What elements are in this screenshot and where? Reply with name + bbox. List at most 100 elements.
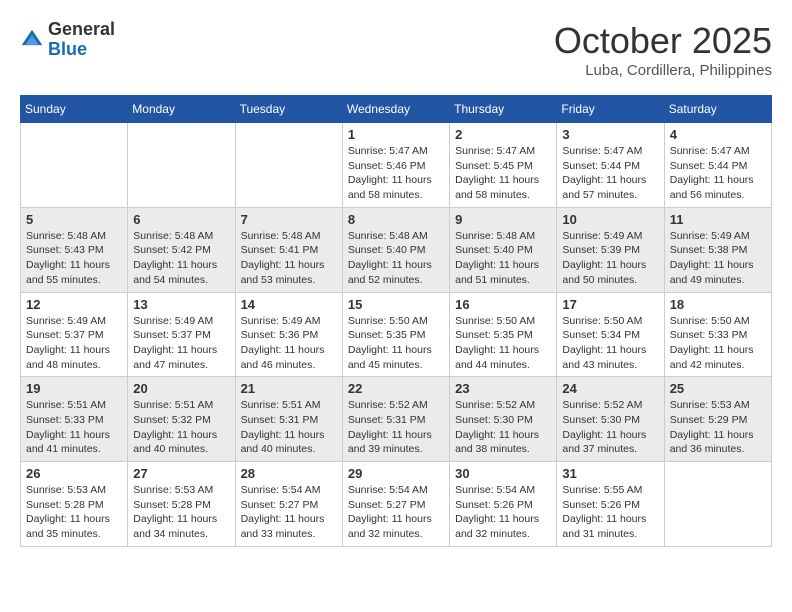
weekday-header-sunday: Sunday — [21, 96, 128, 123]
calendar-cell: 9 Sunrise: 5:48 AMSunset: 5:40 PMDaylight… — [450, 207, 557, 292]
calendar-cell: 17Sunrise: 5:50 AMSunset: 5:34 PMDayligh… — [557, 292, 664, 377]
calendar-table: SundayMondayTuesdayWednesdayThursdayFrid… — [20, 95, 772, 547]
day-number: 10 — [562, 212, 658, 227]
calendar-cell: 13Sunrise: 5:49 AMSunset: 5:37 PMDayligh… — [128, 292, 235, 377]
calendar-cell — [235, 123, 342, 208]
logo-icon — [20, 28, 44, 52]
day-number: 22 — [348, 381, 444, 396]
calendar-cell: 26Sunrise: 5:53 AMSunset: 5:28 PMDayligh… — [21, 462, 128, 547]
day-number: 13 — [133, 297, 229, 312]
title-block: October 2025 Luba, Cordillera, Philippin… — [554, 20, 772, 79]
day-info: Sunrise: 5:48 AMSunset: 5:41 PMDaylight:… — [241, 229, 337, 288]
day-number: 26 — [26, 466, 122, 481]
day-info: Sunrise: 5:50 AMSunset: 5:33 PMDaylight:… — [670, 314, 766, 373]
calendar-cell: 8Sunrise: 5:48 AMSunset: 5:40 PMDaylight… — [342, 207, 449, 292]
calendar-cell: 7 Sunrise: 5:48 AMSunset: 5:41 PMDaylight… — [235, 207, 342, 292]
day-info: Sunrise: 5:50 AMSunset: 5:35 PMDaylight:… — [455, 314, 551, 373]
day-info: Sunrise: 5:49 AMSunset: 5:39 PMDaylight:… — [562, 229, 658, 288]
day-number: 24 — [562, 381, 658, 396]
weekday-header-saturday: Saturday — [664, 96, 771, 123]
calendar-cell — [664, 462, 771, 547]
day-info: Sunrise: 5:54 AMSunset: 5:27 PMDaylight:… — [348, 483, 444, 542]
day-number: 28 — [241, 466, 337, 481]
calendar-cell: 18 Sunrise: 5:50 AMSunset: 5:33 PMDayligh… — [664, 292, 771, 377]
logo: General Blue — [20, 20, 115, 60]
day-number: 31 — [562, 466, 658, 481]
day-info: Sunrise: 5:54 AMSunset: 5:27 PMDaylight:… — [241, 483, 337, 542]
location-text: Luba, Cordillera, Philippines — [554, 62, 772, 79]
day-number: 30 — [455, 466, 551, 481]
calendar-week-1: 1 Sunrise: 5:47 AMSunset: 5:46 PMDaylight… — [21, 123, 772, 208]
calendar-week-4: 19Sunrise: 5:51 AMSunset: 5:33 PMDayligh… — [21, 377, 772, 462]
day-info: Sunrise: 5:48 AMSunset: 5:40 PMDaylight:… — [455, 229, 551, 288]
calendar-cell: 6 Sunrise: 5:48 AMSunset: 5:42 PMDaylight… — [128, 207, 235, 292]
calendar-cell: 25 Sunrise: 5:53 AMSunset: 5:29 PMDayligh… — [664, 377, 771, 462]
day-number: 14 — [241, 297, 337, 312]
calendar-cell: 11 Sunrise: 5:49 AMSunset: 5:38 PMDayligh… — [664, 207, 771, 292]
day-number: 4 — [670, 127, 766, 142]
calendar-cell: 4Sunrise: 5:47 AMSunset: 5:44 PMDaylight… — [664, 123, 771, 208]
day-number: 20 — [133, 381, 229, 396]
calendar-cell: 21 Sunrise: 5:51 AMSunset: 5:31 PMDayligh… — [235, 377, 342, 462]
day-number: 16 — [455, 297, 551, 312]
calendar-cell: 24Sunrise: 5:52 AMSunset: 5:30 PMDayligh… — [557, 377, 664, 462]
logo-text: General Blue — [48, 20, 115, 60]
day-info: Sunrise: 5:52 AMSunset: 5:30 PMDaylight:… — [455, 398, 551, 457]
calendar-cell: 16 Sunrise: 5:50 AMSunset: 5:35 PMDayligh… — [450, 292, 557, 377]
day-info: Sunrise: 5:53 AMSunset: 5:29 PMDaylight:… — [670, 398, 766, 457]
day-info: Sunrise: 5:47 AMSunset: 5:44 PMDaylight:… — [562, 144, 658, 203]
day-number: 21 — [241, 381, 337, 396]
logo-general-text: General — [48, 20, 115, 40]
calendar-cell: 14 Sunrise: 5:49 AMSunset: 5:36 PMDayligh… — [235, 292, 342, 377]
day-info: Sunrise: 5:47 AMSunset: 5:46 PMDaylight:… — [348, 144, 444, 203]
day-number: 18 — [670, 297, 766, 312]
day-info: Sunrise: 5:53 AMSunset: 5:28 PMDaylight:… — [133, 483, 229, 542]
calendar-cell: 30 Sunrise: 5:54 AMSunset: 5:26 PMDayligh… — [450, 462, 557, 547]
day-number: 3 — [562, 127, 658, 142]
day-info: Sunrise: 5:51 AMSunset: 5:31 PMDaylight:… — [241, 398, 337, 457]
calendar-cell: 2 Sunrise: 5:47 AMSunset: 5:45 PMDaylight… — [450, 123, 557, 208]
weekday-header-row: SundayMondayTuesdayWednesdayThursdayFrid… — [21, 96, 772, 123]
weekday-header-tuesday: Tuesday — [235, 96, 342, 123]
day-number: 2 — [455, 127, 551, 142]
calendar-week-5: 26 Sunrise: 5:53 AMSunset: 5:28 PMDayligh… — [21, 462, 772, 547]
weekday-header-friday: Friday — [557, 96, 664, 123]
day-info: Sunrise: 5:48 AMSunset: 5:43 PMDaylight:… — [26, 229, 122, 288]
day-number: 27 — [133, 466, 229, 481]
calendar-cell: 28 Sunrise: 5:54 AMSunset: 5:27 PMDayligh… — [235, 462, 342, 547]
calendar-cell: 3 Sunrise: 5:47 AMSunset: 5:44 PMDaylight… — [557, 123, 664, 208]
page-header: General Blue October 2025 Luba, Cordille… — [20, 20, 772, 79]
calendar-cell: 5 Sunrise: 5:48 AMSunset: 5:43 PMDaylight… — [21, 207, 128, 292]
calendar-cell: 19Sunrise: 5:51 AMSunset: 5:33 PMDayligh… — [21, 377, 128, 462]
calendar-cell: 20 Sunrise: 5:51 AMSunset: 5:32 PMDayligh… — [128, 377, 235, 462]
calendar-cell: 31Sunrise: 5:55 AMSunset: 5:26 PMDayligh… — [557, 462, 664, 547]
calendar-cell — [21, 123, 128, 208]
day-info: Sunrise: 5:48 AMSunset: 5:42 PMDaylight:… — [133, 229, 229, 288]
day-info: Sunrise: 5:47 AMSunset: 5:45 PMDaylight:… — [455, 144, 551, 203]
day-info: Sunrise: 5:50 AMSunset: 5:35 PMDaylight:… — [348, 314, 444, 373]
day-number: 1 — [348, 127, 444, 142]
day-number: 6 — [133, 212, 229, 227]
day-number: 9 — [455, 212, 551, 227]
calendar-cell — [128, 123, 235, 208]
calendar-cell: 10 Sunrise: 5:49 AMSunset: 5:39 PMDayligh… — [557, 207, 664, 292]
calendar-cell: 1 Sunrise: 5:47 AMSunset: 5:46 PMDaylight… — [342, 123, 449, 208]
day-info: Sunrise: 5:54 AMSunset: 5:26 PMDaylight:… — [455, 483, 551, 542]
day-number: 12 — [26, 297, 122, 312]
day-info: Sunrise: 5:49 AMSunset: 5:37 PMDaylight:… — [26, 314, 122, 373]
day-number: 23 — [455, 381, 551, 396]
day-info: Sunrise: 5:49 AMSunset: 5:36 PMDaylight:… — [241, 314, 337, 373]
day-number: 19 — [26, 381, 122, 396]
day-info: Sunrise: 5:51 AMSunset: 5:32 PMDaylight:… — [133, 398, 229, 457]
month-title: October 2025 — [554, 20, 772, 62]
day-number: 5 — [26, 212, 122, 227]
day-number: 25 — [670, 381, 766, 396]
day-number: 7 — [241, 212, 337, 227]
calendar-week-2: 5 Sunrise: 5:48 AMSunset: 5:43 PMDaylight… — [21, 207, 772, 292]
weekday-header-monday: Monday — [128, 96, 235, 123]
calendar-cell: 12 Sunrise: 5:49 AMSunset: 5:37 PMDayligh… — [21, 292, 128, 377]
weekday-header-wednesday: Wednesday — [342, 96, 449, 123]
calendar-cell: 23 Sunrise: 5:52 AMSunset: 5:30 PMDayligh… — [450, 377, 557, 462]
day-number: 11 — [670, 212, 766, 227]
day-info: Sunrise: 5:49 AMSunset: 5:38 PMDaylight:… — [670, 229, 766, 288]
